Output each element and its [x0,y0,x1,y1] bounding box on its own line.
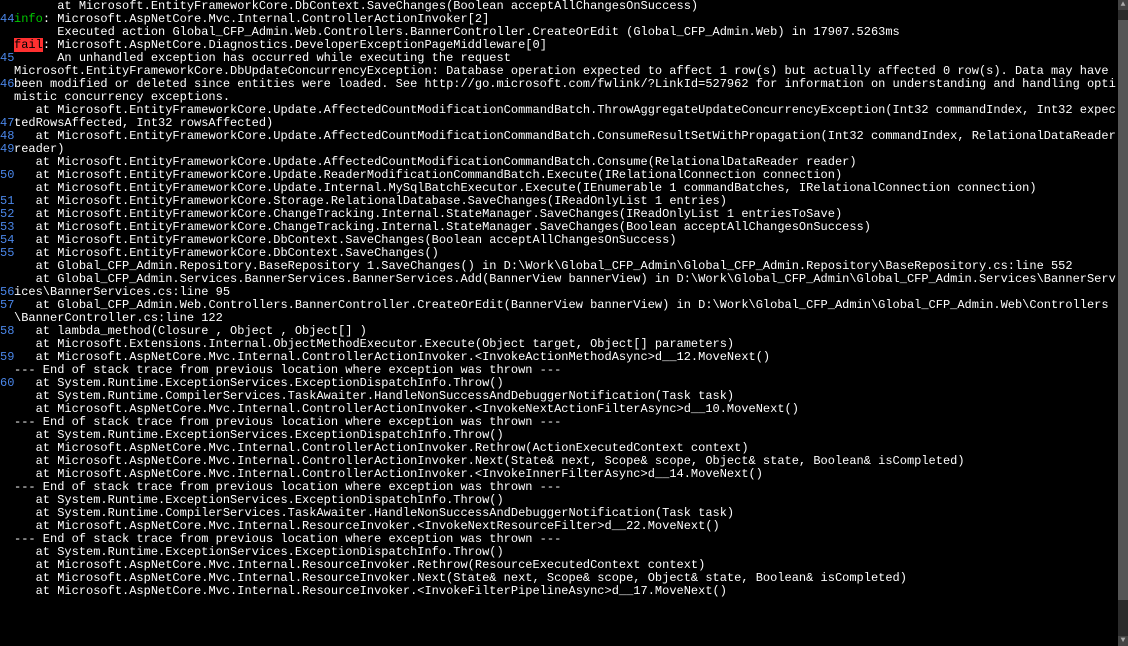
scroll-thumb[interactable] [1118,20,1128,600]
console-line: at Global_CFP_Admin.Web.Controllers.Bann… [14,299,1118,325]
scroll-up-arrow[interactable]: ▲ [1118,0,1128,10]
console-text: : Microsoft.AspNetCore.Diagnostics.Devel… [43,38,547,52]
console-line: Microsoft.EntityFrameworkCore.DbUpdateCo… [14,65,1118,104]
console-output[interactable]: at Microsoft.EntityFrameworkCore.DbConte… [14,0,1118,646]
vertical-scrollbar[interactable]: ▲ ▼ [1118,0,1128,646]
console-text: : Microsoft.AspNetCore.Mvc.Internal.Cont… [43,12,489,26]
console-line: at Microsoft.AspNetCore.Mvc.Internal.Res… [14,585,1118,598]
line-number-gutter: 44 45 46 47 48 49 50 51 52 53 54 55 56 5… [0,0,14,646]
info-tag: info [14,12,43,26]
fail-tag: fail [14,38,43,52]
scroll-down-arrow[interactable]: ▼ [1118,636,1128,646]
console-line: at Global_CFP_Admin.Services.BannerServi… [14,273,1118,299]
console-line: at Microsoft.EntityFrameworkCore.Update.… [14,104,1118,130]
console-line: at Microsoft.EntityFrameworkCore.Update.… [14,130,1118,156]
